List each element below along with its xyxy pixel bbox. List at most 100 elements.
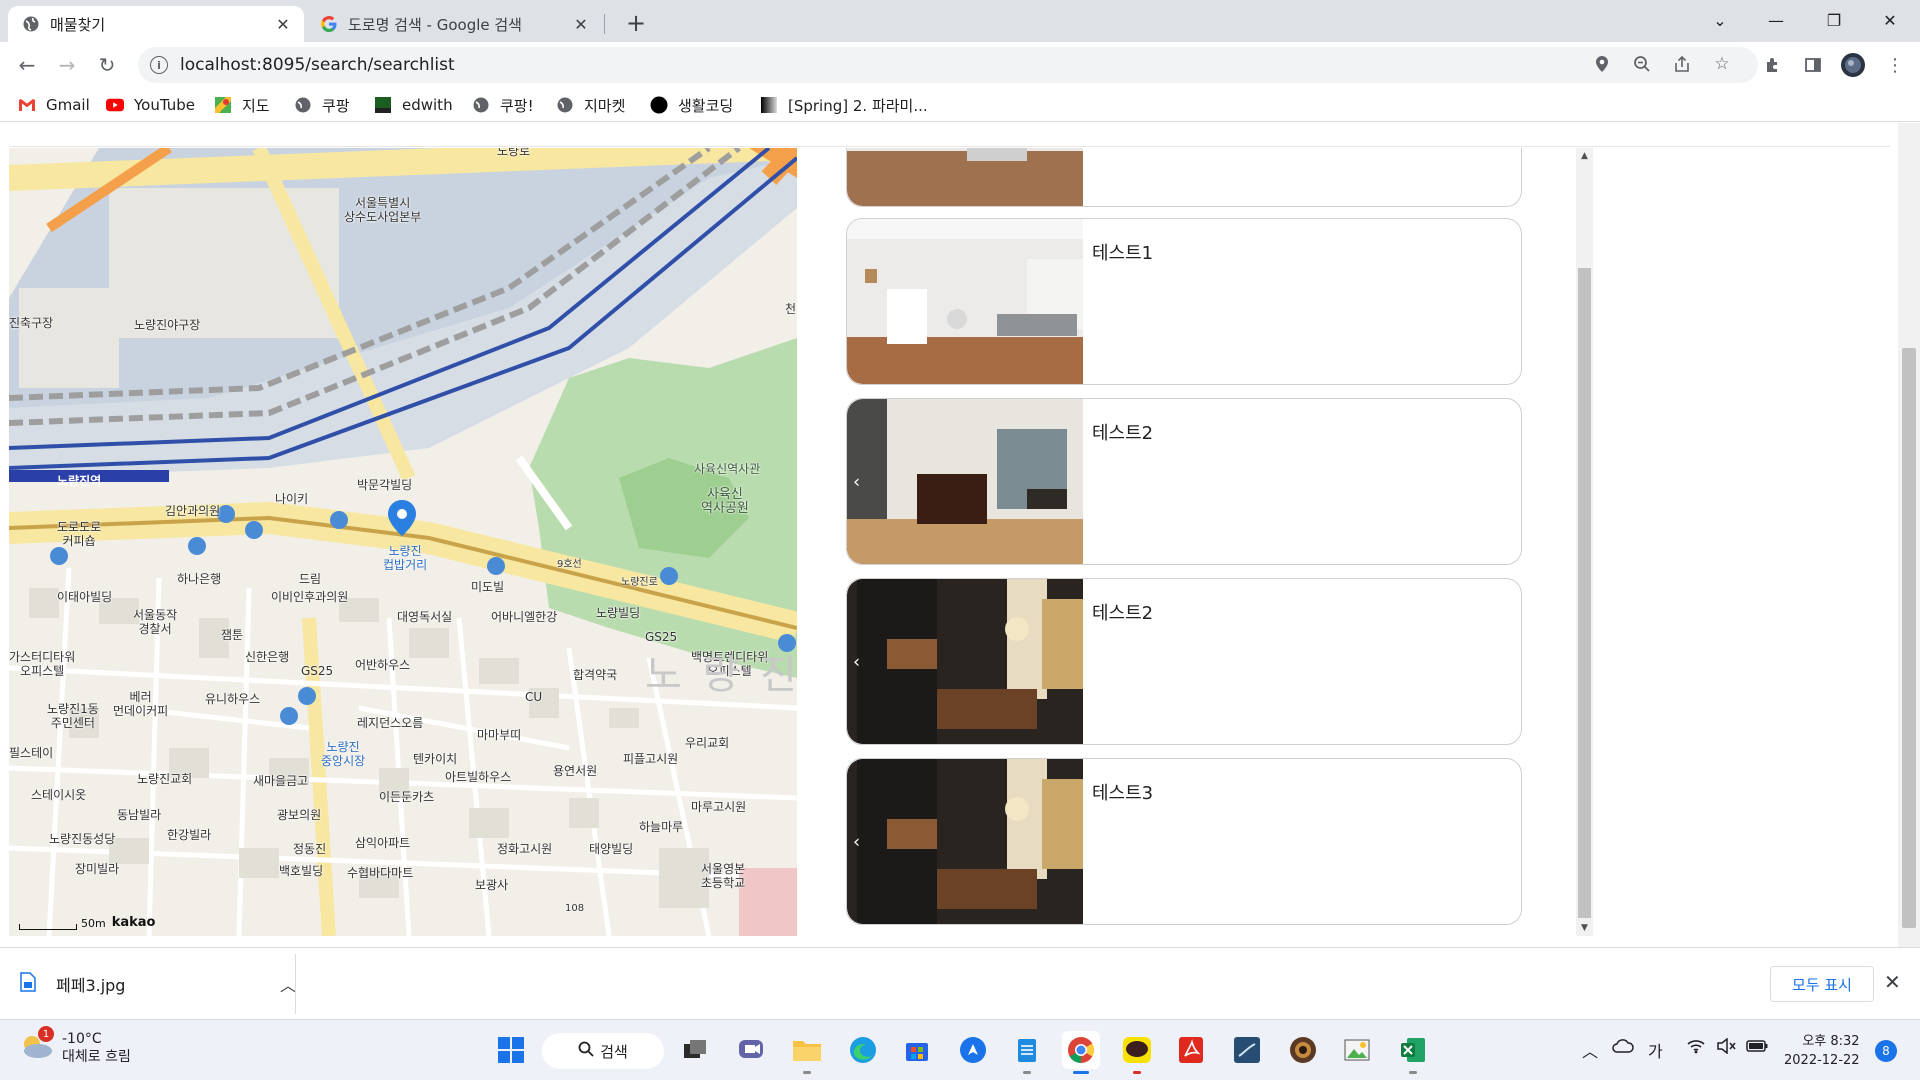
address-bar[interactable]: i localhost:8095/search/searchlist (138, 47, 1758, 83)
map-label: 노량빌딩 (596, 606, 641, 620)
weather-widget[interactable]: 1 -10°C 대체로 흐림 (20, 1026, 131, 1066)
forward-arrow-icon[interactable]: → (52, 50, 82, 80)
listing-name[interactable]: 테스트2 (1092, 419, 1153, 445)
photo-editor-icon[interactable] (1338, 1031, 1376, 1069)
minimize-button[interactable]: — (1748, 0, 1804, 40)
map-label: 새마을금고 (253, 774, 309, 788)
bookmark-star-icon[interactable]: ☆ (1708, 50, 1736, 78)
scroll-down-arrow-icon[interactable]: ▼ (1576, 920, 1593, 936)
ms-store-icon[interactable] (898, 1031, 936, 1069)
tab-close-icon[interactable]: ✕ (570, 13, 592, 35)
map-label: 가스터디타워 오피스텔 (9, 650, 76, 678)
carousel-prev-icon[interactable]: ‹ (853, 471, 860, 492)
listing-card[interactable]: 테스트1 (846, 218, 1522, 385)
show-all-button[interactable]: 모두 표시 (1770, 966, 1874, 1002)
taskbar-search[interactable]: 검색 (542, 1033, 664, 1069)
bookmark-coupang2[interactable]: 쿠팡! (472, 94, 534, 116)
bookmark-opentutorials[interactable]: 생활코딩 (650, 94, 733, 116)
divider (10, 146, 1890, 147)
battery-icon[interactable] (1746, 1038, 1768, 1057)
system-clock[interactable]: 오후 8:32 2022-12-22 (1784, 1032, 1860, 1070)
tab-google-search[interactable]: 도로명 검색 - Google 검색 ✕ (306, 6, 602, 42)
scrollbar-thumb[interactable] (1578, 268, 1591, 918)
start-button[interactable] (492, 1031, 530, 1069)
share-icon[interactable] (1668, 50, 1696, 78)
listing-photo[interactable] (847, 219, 1083, 384)
bookmark-youtube[interactable]: YouTube (106, 94, 195, 116)
map-label: 우리교회 (685, 736, 730, 750)
tab-close-icon[interactable]: ✕ (272, 13, 294, 35)
download-item[interactable]: 페페3.jpg ︿ (20, 962, 296, 1006)
teams-chat-icon[interactable] (732, 1031, 770, 1069)
nav-arrow-app-icon[interactable] (954, 1031, 992, 1069)
listing-photo[interactable] (847, 148, 1083, 206)
game-icon[interactable] (1284, 1031, 1322, 1069)
listing-photo[interactable]: ‹ (847, 399, 1083, 564)
listing-card[interactable]: ‹ 테스트3 (846, 758, 1522, 925)
globe-icon (556, 96, 574, 114)
acrobat-icon[interactable] (1172, 1031, 1210, 1069)
listing-scrollbar[interactable]: ▲ ▼ (1576, 148, 1593, 936)
carousel-prev-icon[interactable]: ‹ (853, 831, 860, 852)
listing-name[interactable]: 테스트1 (1092, 239, 1153, 265)
listing-card[interactable] (846, 148, 1522, 207)
mysql-workbench-icon[interactable] (1228, 1031, 1266, 1069)
map-label: 텐카이치 (413, 752, 458, 766)
bookmark-label: edwith (402, 96, 453, 114)
volume-muted-icon[interactable] (1716, 1037, 1736, 1058)
listing-card[interactable]: ‹ 테스트2 (846, 398, 1522, 565)
page-scrollbar[interactable] (1898, 123, 1920, 947)
kakao-map[interactable]: 노량로 서울특별시 상수도사업본부 진축구장 노량진야구장 천 사육신역사관 사… (9, 148, 797, 936)
notification-badge[interactable]: 8 (1875, 1040, 1897, 1062)
listing-photo[interactable]: ‹ (847, 579, 1083, 744)
excel-icon[interactable] (1394, 1031, 1432, 1074)
url-text[interactable]: localhost:8095/search/searchlist (180, 55, 455, 75)
tab-active[interactable]: 매물찾기 ✕ (8, 6, 304, 42)
bookmark-coupang[interactable]: 쿠팡 (294, 94, 350, 116)
notepad-icon[interactable] (1008, 1031, 1046, 1074)
map-label: 서울영본 초등학교 (701, 862, 746, 890)
ime-indicator[interactable]: 가 (1648, 1038, 1663, 1062)
page-scrollbar-thumb[interactable] (1902, 348, 1916, 928)
weather-temp: -10°C (62, 1031, 102, 1047)
tab-search-chevron-icon[interactable]: ⌄ (1692, 0, 1748, 40)
map-attribution[interactable]: kakao (112, 915, 156, 930)
close-icon[interactable]: ✕ (1884, 970, 1901, 994)
reload-icon[interactable]: ↻ (92, 50, 122, 80)
info-icon[interactable]: i (150, 56, 168, 74)
zoom-out-icon[interactable] (1628, 50, 1656, 78)
menu-kebab-icon[interactable]: ⋮ (1880, 50, 1910, 80)
bookmark-spring[interactable]: [Spring] 2. 파라미... (760, 94, 928, 116)
side-panel-icon[interactable] (1798, 50, 1828, 80)
profile-avatar[interactable] (1838, 50, 1868, 80)
task-view-icon[interactable] (676, 1031, 714, 1069)
close-window-button[interactable]: ✕ (1862, 0, 1918, 40)
download-file-name[interactable]: 페페3.jpg (56, 972, 280, 996)
chrome-icon[interactable] (1062, 1031, 1100, 1074)
listing-photo[interactable]: ‹ (847, 759, 1083, 924)
listing-name[interactable]: 테스트3 (1092, 779, 1153, 805)
listing-card[interactable]: ‹ 테스트2 (846, 578, 1522, 745)
restore-button[interactable]: ❐ (1806, 0, 1862, 40)
kakaotalk-icon[interactable] (1118, 1031, 1156, 1074)
carousel-prev-icon[interactable]: ‹ (853, 651, 860, 672)
file-explorer-icon[interactable] (788, 1031, 826, 1074)
location-pin-icon[interactable] (1588, 50, 1616, 78)
listing-results[interactable]: 테스트1 ‹ 테스트2 ‹ 테스트2 ‹ 테스트3 (806, 148, 1594, 936)
wifi-icon[interactable] (1686, 1038, 1706, 1058)
bookmark-edwith[interactable]: edwith (374, 94, 453, 116)
bookmark-gmarket[interactable]: 지마켓 (556, 94, 625, 116)
bookmark-gmail[interactable]: Gmail (18, 94, 90, 116)
extensions-puzzle-icon[interactable] (1758, 50, 1788, 80)
map-label: 백호빌딩 (279, 864, 324, 878)
scroll-up-arrow-icon[interactable]: ▲ (1576, 148, 1593, 164)
onedrive-cloud-icon[interactable] (1612, 1038, 1634, 1058)
bookmark-map[interactable]: 지도 (214, 94, 270, 116)
chevron-up-icon[interactable]: ︿ (280, 972, 296, 996)
listing-name[interactable]: 테스트2 (1092, 599, 1153, 625)
edge-browser-icon[interactable] (844, 1031, 882, 1069)
tray-overflow-chevron-icon[interactable]: ︿ (1582, 1038, 1598, 1062)
new-tab-button[interactable]: + (622, 10, 650, 38)
bookmark-label: 지도 (242, 96, 270, 115)
back-arrow-icon[interactable]: ← (12, 50, 42, 80)
